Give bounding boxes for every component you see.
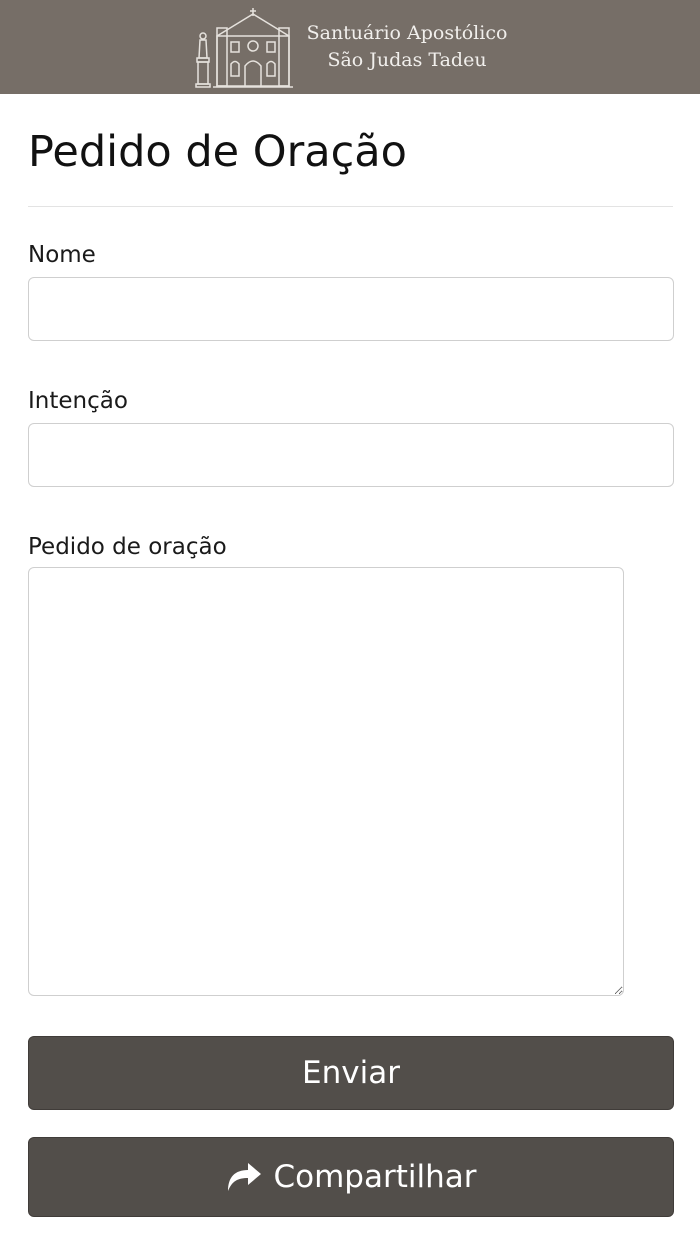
intention-label: Intenção bbox=[28, 388, 128, 414]
intention-input[interactable] bbox=[28, 423, 674, 487]
share-arrow-icon bbox=[227, 1163, 261, 1191]
share-button[interactable]: Compartilhar bbox=[28, 1137, 674, 1217]
logo-text: Santuário Apostólico São Judas Tadeu bbox=[307, 20, 508, 74]
prayer-request-form: Nome Intenção Pedido de oração bbox=[28, 241, 674, 996]
page-title: Pedido de Oração bbox=[28, 127, 407, 177]
title-divider bbox=[28, 206, 673, 207]
site-logo[interactable]: Santuário Apostólico São Judas Tadeu bbox=[193, 6, 508, 88]
send-button[interactable]: Enviar bbox=[28, 1036, 674, 1110]
app-header: Santuário Apostólico São Judas Tadeu bbox=[0, 0, 700, 94]
prayer-request-label: Pedido de oração bbox=[28, 534, 227, 560]
name-input[interactable] bbox=[28, 277, 674, 341]
send-button-label: Enviar bbox=[302, 1055, 400, 1091]
name-label: Nome bbox=[28, 242, 96, 268]
main-content: Pedido de Oração Nome Intenção Pedido de… bbox=[28, 94, 674, 996]
sanctuary-logo-icon bbox=[194, 8, 293, 88]
share-button-label: Compartilhar bbox=[273, 1159, 477, 1195]
prayer-request-textarea[interactable] bbox=[28, 567, 624, 996]
logo-line-1: Santuário Apostólico bbox=[306, 22, 508, 44]
logo-line-2: São Judas Tadeu bbox=[327, 49, 487, 71]
